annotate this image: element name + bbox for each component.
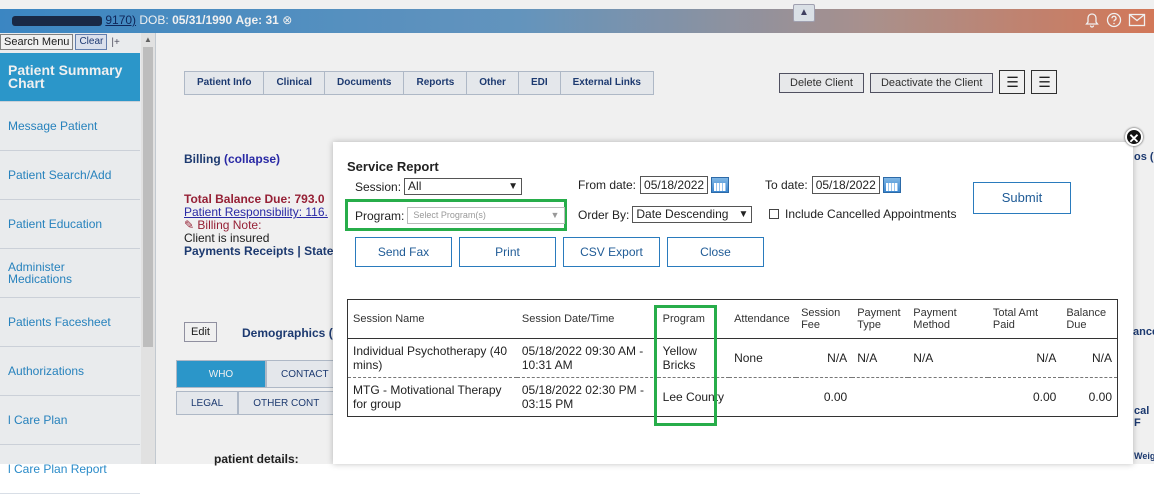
cell-balance-due: 0.00: [1061, 377, 1118, 417]
include-cancelled-checkbox[interactable]: [769, 209, 779, 219]
col-payment-method: Payment Method: [908, 299, 988, 339]
col-session-name: Session Name: [347, 299, 517, 339]
service-report-modal: Service Report Session: All ▼ From date:…: [333, 142, 1133, 464]
col-total-amt-paid: Total Amt Paid: [987, 299, 1062, 339]
cell-session-name: Individual Psychotherapy (40 mins): [347, 338, 517, 378]
close-modal-icon[interactable]: ✕: [1125, 128, 1143, 146]
close-button[interactable]: Close: [667, 237, 764, 267]
cell-session-fee: 0.00: [796, 377, 853, 417]
modal-title: Service Report: [347, 159, 439, 174]
program-label: Program:: [355, 208, 405, 223]
program-select[interactable]: Select Program(s) ▼: [407, 207, 566, 224]
session-selected-value: All: [408, 179, 422, 193]
cell-session-datetime: 05/18/2022 02:30 PM - 03:15 PM: [516, 377, 658, 417]
to-date-input[interactable]: 05/18/2022: [811, 176, 880, 194]
program-placeholder: Select Program(s): [413, 210, 486, 220]
table-header-row: Session Name Session Date/Time Program A…: [347, 299, 1118, 339]
col-attendance: Attendance: [729, 299, 797, 339]
calendar-icon[interactable]: [711, 177, 730, 193]
col-balance-due: Balance Due: [1061, 299, 1118, 339]
cell-attendance: [729, 377, 797, 417]
to-date-label: To date:: [765, 178, 808, 192]
caret-down-icon: ▼: [550, 210, 560, 220]
table-row: Individual Psychotherapy (40 mins) 05/18…: [347, 338, 1118, 378]
from-date-label: From date:: [578, 178, 637, 192]
session-select[interactable]: All ▼: [404, 178, 523, 195]
order-by-label: Order By:: [578, 207, 630, 222]
send-fax-button[interactable]: Send Fax: [355, 237, 452, 267]
include-cancelled-option: Include Cancelled Appointments: [769, 207, 956, 221]
program-filter: Program: Select Program(s) ▼: [355, 207, 566, 224]
sidebar-item-label: l Care Plan Report: [8, 462, 107, 476]
cell-session-name: MTG - Motivational Therapy for group: [347, 377, 517, 417]
from-date-filter: From date: 05/18/2022: [578, 176, 730, 194]
cell-session-datetime: 05/18/2022 09:30 AM - 10:31 AM: [516, 338, 658, 378]
cell-program: Yellow Bricks: [657, 338, 730, 378]
cell-total-amt-paid: N/A: [987, 338, 1062, 378]
order-by-value: Date Descending: [636, 207, 729, 221]
col-program: Program: [657, 299, 730, 339]
session-filter: Session: All ▼: [355, 178, 523, 195]
from-date-input[interactable]: 05/18/2022: [640, 176, 709, 194]
cell-attendance: None: [729, 338, 797, 378]
print-button[interactable]: Print: [459, 237, 556, 267]
chevron-down-icon: ▼: [738, 209, 749, 220]
session-label: Session:: [355, 179, 402, 194]
to-date-filter: To date: 05/18/2022: [765, 176, 901, 194]
cell-balance-due: N/A: [1061, 338, 1118, 378]
submit-button[interactable]: Submit: [973, 182, 1071, 214]
table-row: MTG - Motivational Therapy for group 05/…: [347, 377, 1118, 417]
order-by-filter: Order By: Date Descending ▼: [578, 206, 753, 223]
report-actions: Send Fax Print CSV Export Close: [355, 237, 764, 267]
calendar-icon[interactable]: [882, 177, 901, 193]
service-report-table: Session Name Session Date/Time Program A…: [347, 299, 1118, 417]
cell-payment-type: N/A: [852, 338, 909, 378]
cell-payment-method: N/A: [908, 338, 988, 378]
col-session-datetime: Session Date/Time: [516, 299, 658, 339]
cell-payment-type: [852, 377, 909, 417]
col-payment-type: Payment Type: [852, 299, 909, 339]
col-session-fee: Session Fee: [796, 299, 853, 339]
chevron-down-icon: ▼: [508, 181, 519, 192]
cell-payment-method: [908, 377, 988, 417]
csv-export-button[interactable]: CSV Export: [563, 237, 660, 267]
cell-total-amt-paid: 0.00: [987, 377, 1062, 417]
cell-program: Lee County: [657, 377, 730, 417]
cell-session-fee: N/A: [796, 338, 853, 378]
order-by-select[interactable]: Date Descending ▼: [632, 206, 753, 223]
include-cancelled-label: Include Cancelled Appointments: [785, 207, 957, 221]
